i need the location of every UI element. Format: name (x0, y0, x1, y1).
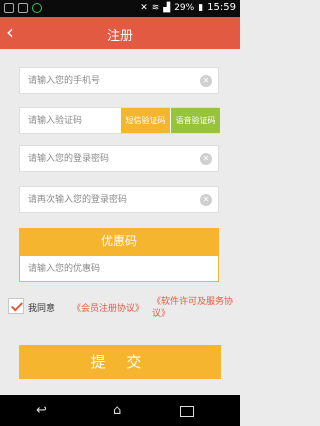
wifi-icon: ≋ (151, 2, 160, 13)
mute-icon: ✕ (140, 2, 148, 13)
system-nav-bar: ↩ ⌂ (0, 395, 240, 426)
phone-input[interactable] (20, 68, 190, 94)
phone-field[interactable]: ✕ (19, 67, 219, 94)
status-bar: ✕ ≋ ▟ 29% ▮ 15:59 (0, 0, 240, 17)
submit-button[interactable]: 提 交 (19, 345, 221, 379)
code-input[interactable] (20, 108, 115, 134)
clear-phone-icon[interactable]: ✕ (200, 75, 212, 87)
nav-back-icon[interactable]: ↩ (36, 403, 47, 418)
sms-code-button[interactable]: 短信验证码 (121, 108, 170, 133)
signal-icon: ▟ (163, 2, 171, 13)
code-field[interactable]: 短信验证码 语音验证码 (19, 107, 220, 134)
title-bar: ‹ 注册 (0, 17, 240, 49)
clear-password-icon[interactable]: ✕ (200, 153, 212, 165)
license-agreement-link[interactable]: 《软件许可及服务协议》 (152, 296, 238, 320)
coupon-field[interactable] (19, 255, 219, 282)
coupon-title: 优惠码 (19, 228, 219, 255)
clipboard-icon (18, 3, 28, 13)
member-agreement-link[interactable]: 《会员注册协议》 (72, 301, 144, 314)
voice-code-button[interactable]: 语音验证码 (171, 108, 220, 133)
page-title: 注册 (106, 29, 133, 44)
password-confirm-field[interactable]: ✕ (19, 186, 219, 213)
app-notification-icon (32, 3, 42, 13)
battery-percent: 29% (174, 2, 195, 13)
clear-password-confirm-icon[interactable]: ✕ (200, 194, 212, 206)
agree-checkbox[interactable] (8, 298, 24, 314)
clock: 15:59 (207, 2, 236, 13)
nav-recent-icon[interactable] (180, 406, 194, 417)
password-field[interactable]: ✕ (19, 145, 219, 172)
password-input[interactable] (20, 146, 190, 172)
nav-home-icon[interactable]: ⌂ (113, 403, 121, 418)
coupon-input[interactable] (20, 256, 210, 282)
agree-label: 我同意 (28, 304, 56, 314)
password-confirm-input[interactable] (20, 187, 190, 213)
notification-icon (4, 3, 14, 13)
battery-icon: ▮ (198, 2, 204, 13)
agreement-row: 我同意 《会员注册协议》 《软件许可及服务协议》 (8, 296, 234, 326)
